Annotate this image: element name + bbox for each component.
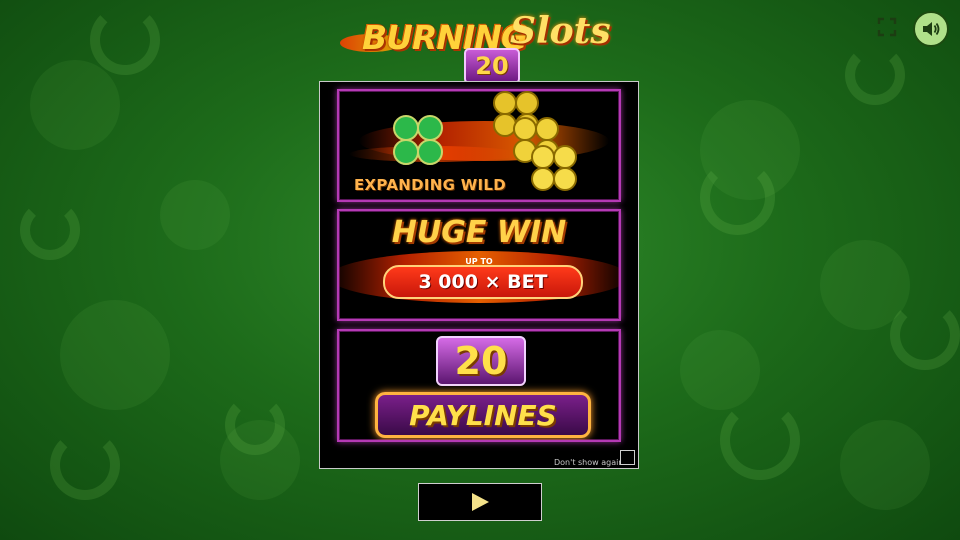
fullscreen-icon xyxy=(877,17,897,37)
max-win-amount: 3 000 × BET xyxy=(383,265,583,299)
logo-badge-20: 20 xyxy=(464,48,520,84)
feature-intro-panel: EXPANDING WILD HUGE WIN UP TO 3 000 × BE… xyxy=(319,81,639,469)
play-icon xyxy=(472,493,489,511)
play-button[interactable] xyxy=(418,483,542,521)
dont-show-again-checkbox[interactable] xyxy=(620,450,635,465)
expanding-wild-label: EXPANDING WILD xyxy=(354,176,507,194)
paylines-count: 20 xyxy=(436,336,526,386)
expanding-wild-card: EXPANDING WILD xyxy=(337,89,621,202)
huge-win-card: HUGE WIN UP TO 3 000 × BET xyxy=(337,209,621,321)
paylines-card: 20 PAYLINES xyxy=(337,329,621,442)
dont-show-again-label: Don't show again xyxy=(554,458,624,467)
green-clover-icon xyxy=(389,111,445,167)
speaker-icon xyxy=(923,22,940,36)
logo-word-slots: Slots xyxy=(510,10,611,52)
gold-clover-icon xyxy=(529,143,579,193)
game-logo: BURNING Slots 20 xyxy=(340,8,620,84)
huge-win-title: HUGE WIN xyxy=(391,215,567,250)
sound-button[interactable] xyxy=(913,11,949,47)
fullscreen-button[interactable] xyxy=(872,12,902,42)
paylines-label: PAYLINES xyxy=(375,392,591,438)
